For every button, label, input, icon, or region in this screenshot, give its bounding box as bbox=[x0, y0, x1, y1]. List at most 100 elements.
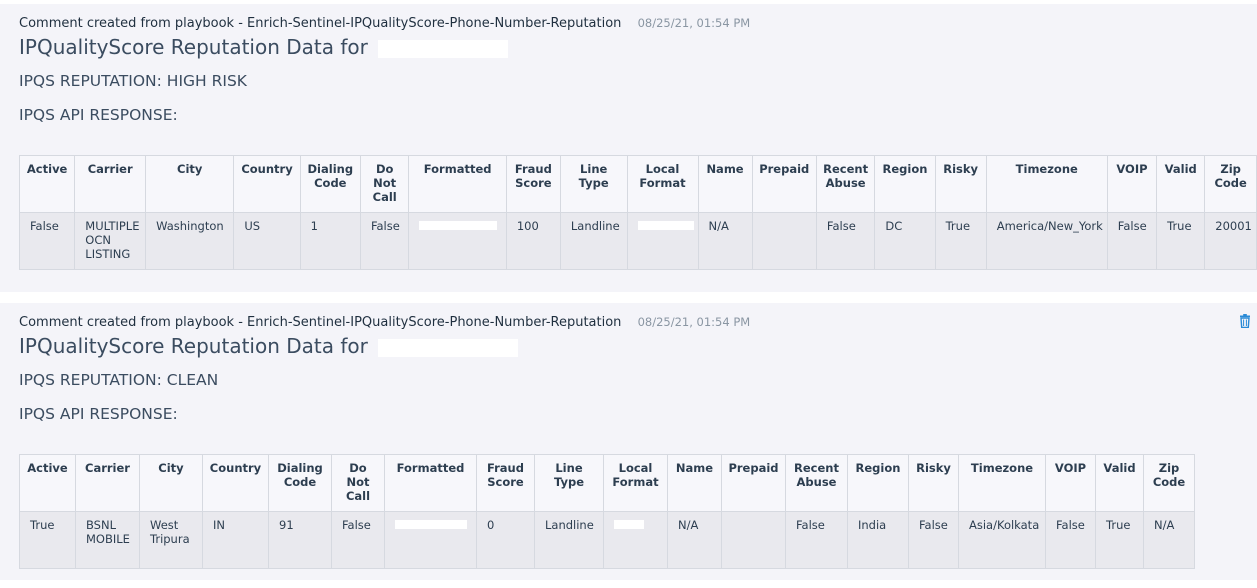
cell-prepaid bbox=[721, 511, 786, 569]
col-carrier: Carrier bbox=[74, 155, 147, 213]
cell-fraud-score: 100 bbox=[505, 212, 561, 270]
col-city: City bbox=[139, 454, 203, 512]
comment-title: IPQualityScore Reputation Data for bbox=[19, 35, 509, 59]
cell-name: N/A bbox=[667, 511, 722, 569]
cell-dialing-code: 1 bbox=[299, 212, 361, 270]
cell-voip: False bbox=[1045, 511, 1096, 569]
cell-prepaid bbox=[751, 212, 817, 270]
cell-do-not-call: False bbox=[359, 212, 410, 270]
cell-formatted bbox=[408, 212, 507, 270]
cell-timezone: America/New_York bbox=[985, 212, 1108, 270]
col-zip-code: Zip Code bbox=[1204, 155, 1257, 213]
col-fraud-score: Fraud Score bbox=[476, 454, 535, 512]
cell-formatted bbox=[384, 511, 477, 569]
col-active: Active bbox=[19, 454, 76, 512]
cell-valid: True bbox=[1156, 212, 1206, 270]
cell-active: False bbox=[18, 212, 76, 270]
col-voip: VOIP bbox=[1045, 454, 1096, 512]
cell-fraud-score: 0 bbox=[476, 511, 535, 569]
table-header-row: Active Carrier City Country Dialing Code… bbox=[18, 155, 1257, 213]
cell-risky: True bbox=[934, 212, 987, 270]
cell-dialing-code: 91 bbox=[268, 511, 332, 569]
cell-city: Washington bbox=[145, 212, 235, 270]
redacted-formatted bbox=[395, 520, 467, 529]
api-response-label: IPQS API RESPONSE: bbox=[19, 106, 178, 124]
col-name: Name bbox=[697, 155, 753, 213]
cell-do-not-call: False bbox=[331, 511, 385, 569]
col-carrier: Carrier bbox=[75, 454, 140, 512]
col-prepaid: Prepaid bbox=[751, 155, 817, 213]
col-country: Country bbox=[233, 155, 301, 213]
reputation-table: Active Carrier City Country Dialing Code… bbox=[18, 155, 1257, 270]
col-do-not-call: Do Not Call bbox=[331, 454, 385, 512]
col-dialing-code: Dialing Code bbox=[268, 454, 332, 512]
col-name: Name bbox=[667, 454, 722, 512]
table-row: False MULTIPLE OCN LISTING Washington US… bbox=[18, 212, 1257, 270]
redacted-formatted bbox=[419, 221, 498, 230]
reputation-table: Active Carrier City Country Dialing Code… bbox=[19, 454, 1195, 569]
api-response-label: IPQS API RESPONSE: bbox=[19, 405, 178, 423]
redacted-phone-number bbox=[378, 39, 509, 58]
comment-card: Comment created from playbook - Enrich-S… bbox=[0, 4, 1257, 292]
col-local-format: Local Format bbox=[626, 155, 699, 213]
cell-city: West Tripura bbox=[139, 511, 203, 569]
cell-region: India bbox=[847, 511, 909, 569]
comment-timestamp: 08/25/21, 01:54 PM bbox=[637, 315, 751, 329]
trash-icon[interactable] bbox=[1239, 313, 1251, 329]
cell-name: N/A bbox=[697, 212, 753, 270]
comment-title: IPQualityScore Reputation Data for bbox=[19, 334, 519, 358]
comment-meta: Comment created from playbook - Enrich-S… bbox=[19, 315, 750, 330]
table-row: True BSNL MOBILE West Tripura IN 91 Fals… bbox=[19, 511, 1195, 569]
col-valid: Valid bbox=[1095, 454, 1144, 512]
col-active: Active bbox=[18, 155, 76, 213]
comment-source: Comment created from playbook - Enrich-S… bbox=[19, 315, 622, 330]
col-timezone: Timezone bbox=[985, 155, 1108, 213]
col-line-type: Line Type bbox=[534, 454, 604, 512]
col-region: Region bbox=[874, 155, 936, 213]
cell-zip-code: 20001 bbox=[1204, 212, 1257, 270]
redacted-local-format bbox=[614, 520, 644, 529]
col-do-not-call: Do Not Call bbox=[359, 155, 410, 213]
col-zip-code: Zip Code bbox=[1143, 454, 1195, 512]
comment-timestamp: 08/25/21, 01:54 PM bbox=[637, 16, 751, 30]
cell-line-type: Landline bbox=[559, 212, 628, 270]
col-timezone: Timezone bbox=[958, 454, 1046, 512]
trash-icon-graphic bbox=[1240, 314, 1250, 329]
col-formatted: Formatted bbox=[408, 155, 507, 213]
title-text: IPQualityScore Reputation Data for bbox=[19, 35, 368, 59]
redacted-phone-number bbox=[378, 338, 519, 357]
cell-country: US bbox=[233, 212, 301, 270]
comment-source: Comment created from playbook - Enrich-S… bbox=[19, 16, 622, 31]
comment-card: Comment created from playbook - Enrich-S… bbox=[0, 303, 1257, 580]
cell-recent-abuse: False bbox=[785, 511, 848, 569]
cell-carrier: BSNL MOBILE bbox=[75, 511, 140, 569]
col-risky: Risky bbox=[908, 454, 959, 512]
table-header-row: Active Carrier City Country Dialing Code… bbox=[19, 454, 1195, 512]
cell-local-format bbox=[603, 511, 668, 569]
cell-zip-code: N/A bbox=[1143, 511, 1195, 569]
col-voip: VOIP bbox=[1106, 155, 1158, 213]
col-valid: Valid bbox=[1156, 155, 1206, 213]
cell-region: DC bbox=[874, 212, 936, 270]
cell-local-format bbox=[626, 212, 699, 270]
col-dialing-code: Dialing Code bbox=[299, 155, 361, 213]
cell-carrier: MULTIPLE OCN LISTING bbox=[74, 212, 147, 270]
col-recent-abuse: Recent Abuse bbox=[785, 454, 848, 512]
col-prepaid: Prepaid bbox=[721, 454, 786, 512]
cell-active: True bbox=[19, 511, 76, 569]
col-recent-abuse: Recent Abuse bbox=[815, 155, 876, 213]
col-risky: Risky bbox=[934, 155, 987, 213]
col-line-type: Line Type bbox=[559, 155, 628, 213]
cell-voip: False bbox=[1106, 212, 1158, 270]
cell-line-type: Landline bbox=[534, 511, 604, 569]
title-text: IPQualityScore Reputation Data for bbox=[19, 334, 368, 358]
cell-country: IN bbox=[202, 511, 269, 569]
col-country: Country bbox=[202, 454, 269, 512]
reputation-status: IPQS REPUTATION: HIGH RISK bbox=[19, 72, 247, 90]
reputation-status: IPQS REPUTATION: CLEAN bbox=[19, 371, 219, 389]
col-local-format: Local Format bbox=[603, 454, 668, 512]
col-fraud-score: Fraud Score bbox=[505, 155, 561, 213]
comment-meta: Comment created from playbook - Enrich-S… bbox=[19, 16, 750, 31]
col-formatted: Formatted bbox=[384, 454, 477, 512]
col-region: Region bbox=[847, 454, 909, 512]
